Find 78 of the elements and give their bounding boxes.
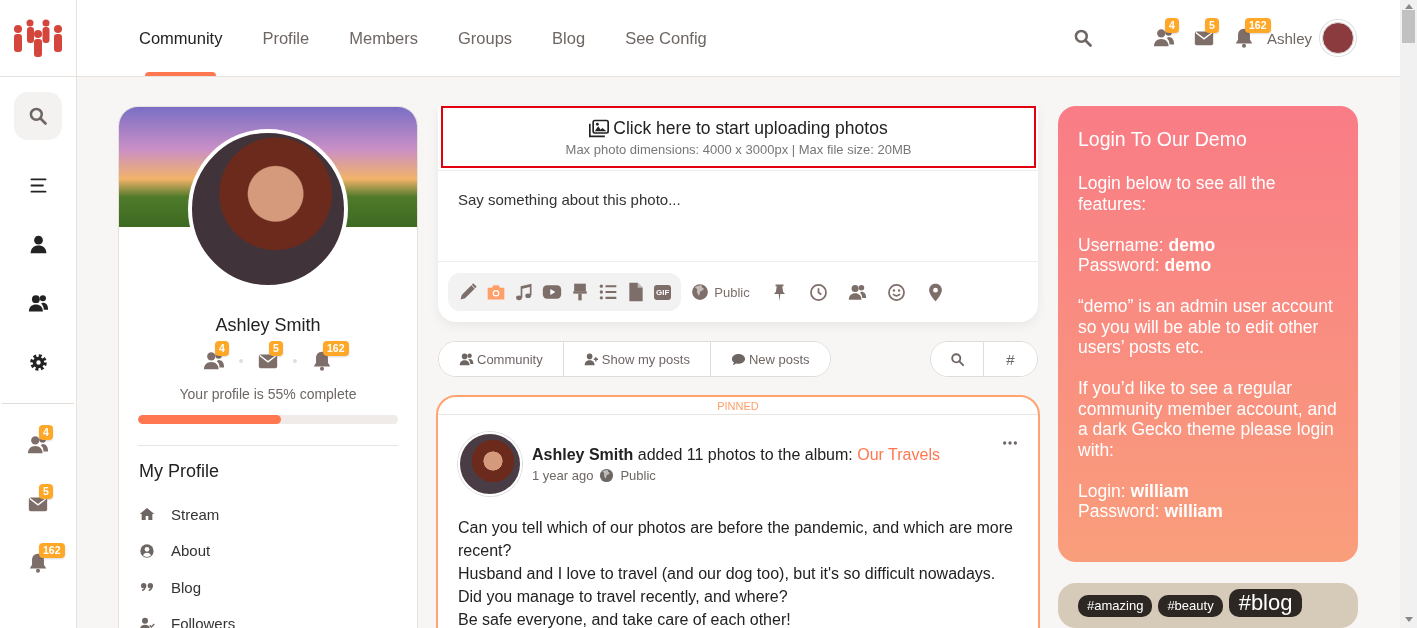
hashtag-link[interactable]: #amazing [1078, 595, 1153, 617]
play-button-icon[interactable] [542, 282, 562, 302]
count-badge: 162 [323, 341, 349, 356]
profile-completion-text: Your profile is 55% complete [179, 386, 357, 402]
nav-tab[interactable]: Groups [438, 0, 533, 76]
avatar-photo-placeholder[interactable] [458, 432, 522, 496]
privacy-label[interactable]: Public [714, 284, 750, 300]
menu-title: My Profile [139, 461, 219, 482]
bell-icon[interactable] [27, 552, 49, 574]
nav-tab[interactable]: Members [329, 0, 438, 76]
login-text: Username: demo Password: demo [1078, 234, 1217, 276]
upload-title: Click here to start uploading photos [613, 117, 888, 139]
people-logo-icon[interactable] [13, 19, 63, 57]
post-text: Did you manage to travel recently, and where? [458, 587, 789, 607]
count-badge: 162 [39, 543, 65, 558]
bell-icon[interactable] [311, 350, 333, 372]
list-icon[interactable] [598, 282, 618, 302]
privacy-label: Public [620, 467, 656, 483]
profile-menu-link[interactable]: Stream [171, 505, 220, 523]
avatar[interactable] [1322, 22, 1354, 54]
search-icon[interactable] [1072, 28, 1093, 48]
post-time[interactable]: 1 year ago [532, 467, 594, 483]
settings-icon[interactable] [27, 352, 49, 373]
user-plus-icon [583, 351, 599, 367]
post-headline: Ashley Smith added 11 photos to the album: Our Travels [532, 445, 940, 464]
search-icon [28, 106, 48, 126]
count-badge: 4 [215, 341, 229, 356]
search-button[interactable] [931, 342, 984, 376]
post-text: Be safe everyone, and take care of each other! [458, 610, 792, 628]
user-check-icon [139, 615, 155, 628]
scrollbar-thumb[interactable] [1402, 10, 1415, 43]
nav-tab[interactable]: Profile [242, 0, 330, 76]
music-note-icon[interactable] [514, 282, 534, 302]
search-icon [949, 351, 965, 367]
smiley-icon[interactable] [886, 282, 906, 302]
users-icon[interactable] [27, 293, 49, 314]
nav-tab[interactable]: Blog [532, 0, 606, 76]
clock-icon[interactable] [808, 282, 828, 302]
login-text: If you’d like to see a regular community member account, and a dark Gecko theme please login with: [1078, 378, 1338, 460]
count-badge: 4 [1164, 18, 1179, 33]
composer-card[interactable]: Click here to start uploading photos Max photo dimensions: 4000 x 3000px | Max file size: 20MB Say something about this photo... GIF Public [438, 106, 1038, 322]
login-text: Login below to see all the features: [1078, 173, 1277, 214]
post-text: Can you tell which of our photos are before the pandemic, and which are more recent? [458, 518, 1014, 561]
count-badge: 5 [269, 341, 283, 356]
images-icon [589, 118, 610, 138]
scroll-down-icon[interactable] [1404, 617, 1413, 622]
hashtag-link[interactable]: #blog [1228, 589, 1303, 617]
user-circle-icon [139, 542, 155, 559]
filter-button[interactable]: Community [439, 342, 564, 376]
file-icon[interactable] [626, 282, 646, 302]
hashtag-link[interactable]: #beauty [1158, 595, 1223, 617]
gif-button[interactable]: GIF [654, 284, 672, 300]
profile-name: Ashley Smith [215, 315, 321, 336]
login-text: “demo” is an admin user account so you will be able to edit other users’ posts etc. [1078, 296, 1334, 358]
pencil-icon[interactable] [458, 282, 478, 302]
post-input-field[interactable]: Say something about this photo... [438, 170, 1038, 262]
count-badge: 5 [1204, 18, 1219, 33]
users-icon [459, 351, 474, 367]
scrollbar[interactable] [1400, 0, 1417, 628]
profile-menu-link[interactable]: About [171, 542, 211, 560]
paint-brush-icon[interactable] [570, 282, 590, 302]
pinned-label: PINNED [438, 397, 1038, 415]
globe-icon [599, 467, 615, 483]
count-badge: 4 [39, 425, 53, 440]
search-button[interactable] [14, 92, 62, 140]
speech-bubble-icon [730, 351, 746, 367]
count-badge: 5 [39, 484, 53, 499]
nav-tab[interactable]: See Config [605, 0, 727, 76]
count-badge: 162 [1244, 18, 1271, 33]
nav-tab[interactable]: Community [119, 0, 243, 76]
upload-dropzone[interactable]: Click here to start uploading photos Max photo dimensions: 4000 x 3000px | Max file size: 20MB [441, 106, 1036, 168]
login-text: Login: william Password: william [1078, 480, 1224, 522]
post-text: Husband and I love to travel (and our dog too), but it's so difficult nowadays. [458, 564, 997, 584]
upload-hint: Max photo dimensions: 4000 x 3000px | Max file size: 20MB [565, 141, 912, 157]
globe-icon [691, 283, 710, 301]
login-title: Login To Our Demo [1078, 128, 1248, 151]
home-icon [139, 506, 155, 523]
profile-menu-link[interactable]: Blog [171, 578, 202, 596]
